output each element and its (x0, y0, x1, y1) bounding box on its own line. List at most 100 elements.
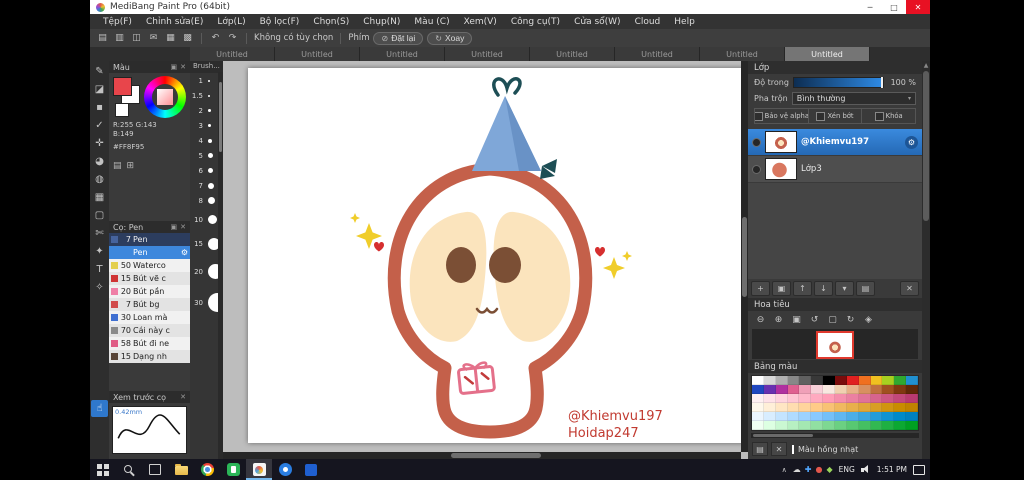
palette-color[interactable] (858, 385, 871, 394)
palette-color[interactable] (834, 421, 847, 430)
layer-options-button[interactable]: ▾ (835, 281, 854, 296)
palette-color[interactable] (858, 403, 871, 412)
blend-mode-select[interactable]: Bình thường ▾ (791, 91, 916, 105)
menu-item-5[interactable]: Chọn(S) (306, 17, 356, 27)
volume-icon[interactable] (860, 465, 871, 474)
palette-color[interactable] (906, 403, 918, 412)
palette-color[interactable] (823, 412, 835, 421)
brush-item-7[interactable]: 30 Loan mà (109, 311, 190, 324)
menu-item-9[interactable]: Công cụ(T) (504, 17, 567, 27)
menu-item-1[interactable]: Tệp(F) (96, 17, 139, 27)
palette-color[interactable] (846, 376, 859, 385)
panel-pin-icon[interactable]: ▣ (171, 223, 178, 231)
palette-color[interactable] (823, 385, 835, 394)
palette-color[interactable] (870, 394, 883, 403)
opacity-slider[interactable] (792, 76, 884, 88)
scrollbar-thumb[interactable] (753, 434, 813, 437)
palette-color[interactable] (858, 376, 871, 385)
brush-tool[interactable]: ✎ (91, 63, 108, 80)
palette-color[interactable] (882, 385, 895, 394)
color-wheel[interactable] (144, 76, 186, 118)
start-button[interactable] (90, 459, 116, 480)
palette-color[interactable] (846, 412, 859, 421)
palette-color[interactable] (787, 376, 800, 385)
menu-item-4[interactable]: Bộ lọc(F) (253, 17, 307, 27)
canvas-v-scrollbar[interactable] (741, 61, 748, 452)
palette-color[interactable] (846, 421, 859, 430)
palette-color[interactable] (799, 421, 812, 430)
search-button[interactable] (116, 459, 142, 480)
scrollbar-thumb[interactable] (923, 71, 929, 221)
zoom-in-icon[interactable]: ⊕ (771, 313, 786, 326)
palette-color[interactable] (834, 403, 847, 412)
palette-color[interactable] (799, 376, 812, 385)
eraser-tool[interactable]: ◪ (91, 81, 108, 98)
save-icon[interactable]: ◫ (130, 32, 143, 45)
palette-color[interactable] (894, 421, 907, 430)
brush-item-9[interactable]: 58 Bút đi ne (109, 337, 190, 350)
scroll-up-icon[interactable]: ▲ (922, 61, 930, 70)
task-view-button[interactable] (142, 459, 168, 480)
canvas-h-scrollbar[interactable] (223, 452, 741, 459)
palette-color[interactable] (775, 412, 788, 421)
palette-color[interactable] (811, 385, 824, 394)
rotate-right-icon[interactable]: ↻ (843, 313, 858, 326)
layer-visibility-toggle[interactable] (752, 164, 761, 174)
palette-color[interactable] (834, 412, 847, 421)
palette-color[interactable] (752, 412, 764, 421)
tab-8[interactable]: Untitled (785, 47, 870, 61)
palette-color[interactable] (775, 421, 788, 430)
lock-checkbox[interactable]: Khóa (862, 109, 915, 123)
palette-color[interactable] (775, 403, 788, 412)
scrollbar-thumb[interactable] (450, 453, 541, 458)
palette-color[interactable] (787, 403, 800, 412)
palette-color[interactable] (882, 412, 895, 421)
pen-tool[interactable]: ▪ (91, 99, 108, 116)
palette-color[interactable] (775, 385, 788, 394)
close-button[interactable]: ✕ (906, 0, 930, 14)
palette-color[interactable] (823, 394, 835, 403)
update-tray-icon[interactable]: ● (815, 465, 822, 474)
brush-item-10[interactable]: 15 Dạng nh (109, 350, 190, 363)
new-canvas-icon[interactable]: ▤ (96, 32, 109, 45)
hand-tool[interactable]: ☝ (91, 400, 108, 417)
menu-item-7[interactable]: Màu (C) (407, 17, 456, 27)
palette-color[interactable] (894, 385, 907, 394)
wand-tool[interactable]: ✦ (91, 243, 108, 260)
file-explorer-icon[interactable] (168, 459, 194, 480)
palette-color[interactable] (811, 412, 824, 421)
layer-row-2[interactable]: Lớp3 (748, 156, 922, 183)
clock[interactable]: 1:51 PM (877, 465, 907, 474)
tab-6[interactable]: Untitled (615, 47, 700, 61)
palette-color[interactable] (775, 394, 788, 403)
palette-menu-icon[interactable]: ▤ (752, 442, 768, 456)
panel-close-icon[interactable]: ✕ (180, 223, 186, 231)
text-tool[interactable]: T (91, 261, 108, 278)
delete-layer-button[interactable]: ✕ (900, 281, 919, 296)
brush-settings-icon[interactable]: ⚙ (181, 248, 188, 257)
panel-close-icon[interactable]: ✕ (180, 63, 186, 71)
brush-item-8[interactable]: 70 Cái này c (109, 324, 190, 337)
palette-color[interactable] (870, 385, 883, 394)
rotate-left-icon[interactable]: ↺ (807, 313, 822, 326)
flip-icon[interactable]: ◈ (861, 313, 876, 326)
palette-color[interactable] (846, 394, 859, 403)
palette-color[interactable] (882, 376, 895, 385)
redo-icon[interactable]: ↷ (226, 32, 239, 45)
palette-color[interactable] (823, 403, 835, 412)
brush-item-3[interactable]: 50 Waterco (109, 259, 190, 272)
palette-color[interactable] (799, 385, 812, 394)
tab-4[interactable]: Untitled (445, 47, 530, 61)
layer-settings-icon[interactable]: ⚙ (905, 135, 918, 149)
palette-color[interactable] (834, 376, 847, 385)
brush-item-6[interactable]: 7 Bút bg (109, 298, 190, 311)
snap-settings-icon[interactable]: ▩ (181, 32, 194, 45)
palette-color[interactable] (882, 421, 895, 430)
grid-view-icon[interactable]: ▦ (164, 32, 177, 45)
scrollbar-thumb[interactable] (219, 82, 222, 152)
menu-item-6[interactable]: Chụp(N) (356, 17, 407, 27)
reset-button[interactable]: ⊘ Đặt lại (373, 31, 424, 45)
palette-color[interactable] (894, 403, 907, 412)
palette-color[interactable] (906, 412, 918, 421)
layer-up-button[interactable]: ↑ (793, 281, 812, 296)
